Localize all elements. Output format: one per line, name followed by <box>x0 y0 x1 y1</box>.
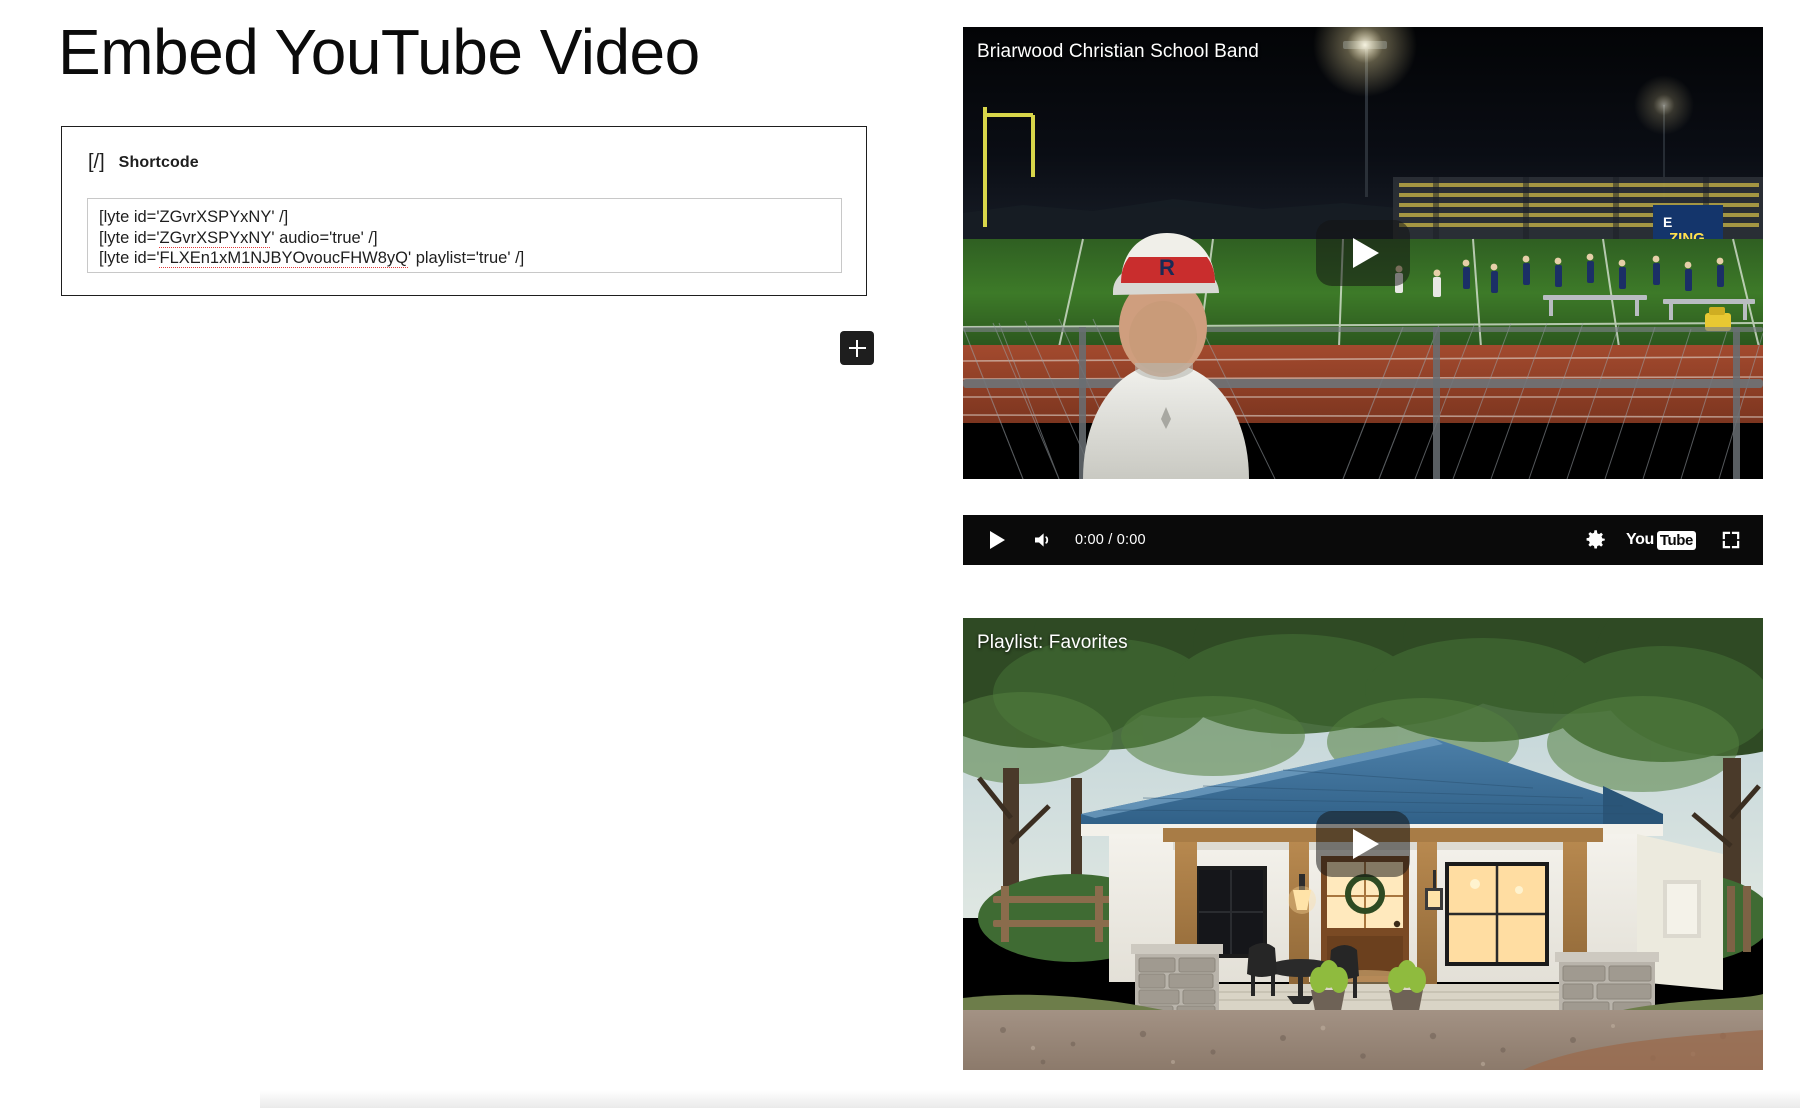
player-fullscreen-button[interactable] <box>1716 525 1746 555</box>
shortcode-line-suffix: ' /] <box>271 208 288 226</box>
gear-icon <box>1582 527 1608 553</box>
shortcode-line-prefix: [lyte id=' <box>99 249 159 267</box>
shortcode-video-id: ZGvrXSPYxNY <box>159 229 271 248</box>
shortcode-line: [lyte id='FLXEn1xM1NJBYOvoucFHW8yQ' play… <box>99 248 830 269</box>
youtube-logo-you: You <box>1626 532 1654 548</box>
shortcode-line-prefix: [lyte id=' <box>99 229 159 247</box>
player-settings-button[interactable] <box>1578 523 1612 557</box>
shortcode-block[interactable]: [/] Shortcode [lyte id='ZGvrXSPYxNY' /] … <box>61 126 867 296</box>
volume-icon <box>1031 528 1055 552</box>
video-embed-2[interactable]: Playlist: Favorites <box>963 618 1763 1070</box>
shortcode-line-prefix: [lyte id=' <box>99 208 159 226</box>
svg-text:E: E <box>1663 214 1672 230</box>
youtube-logo-tube: Tube <box>1657 531 1696 550</box>
fullscreen-icon <box>1720 529 1742 551</box>
shortcode-block-header: [/] Shortcode <box>88 151 199 174</box>
play-icon <box>990 531 1005 549</box>
page-title: Embed YouTube Video <box>58 16 700 90</box>
youtube-logo[interactable]: You Tube <box>1626 531 1696 550</box>
shortcode-icon: [/] <box>88 151 105 174</box>
shortcode-line: [lyte id='ZGvrXSPYxNY' /] <box>99 207 830 228</box>
video-title-2: Playlist: Favorites <box>977 632 1128 654</box>
shortcode-video-id: ZGvrXSPYxNY <box>159 208 271 226</box>
play-button-video-1[interactable] <box>1316 220 1410 286</box>
shortcode-line-suffix: ' playlist='true' /] <box>408 249 524 267</box>
svg-text:R: R <box>1159 255 1175 280</box>
shortcode-input[interactable]: [lyte id='ZGvrXSPYxNY' /] [lyte id='ZGvr… <box>87 198 842 273</box>
shortcode-line-suffix: ' audio='true' /] <box>271 229 377 247</box>
app-root: Embed YouTube Video [/] Shortcode [lyte … <box>0 0 1800 1108</box>
play-icon <box>1353 829 1379 859</box>
plus-icon <box>856 340 858 357</box>
shortcode-block-label: Shortcode <box>119 154 199 172</box>
player-volume-button[interactable] <box>1025 522 1061 558</box>
shortcode-line: [lyte id='ZGvrXSPYxNY' audio='true' /] <box>99 228 830 249</box>
add-block-button[interactable] <box>840 331 874 365</box>
shortcode-playlist-id: FLXEn1xM1NJBYOvoucFHW8yQ <box>159 249 407 268</box>
play-button-video-2[interactable] <box>1316 811 1410 877</box>
preview-column: E ZING CE <box>963 0 1763 1108</box>
player-play-button[interactable] <box>979 522 1015 558</box>
editor-column: Embed YouTube Video [/] Shortcode [lyte … <box>0 0 940 1108</box>
horizontal-scrollbar[interactable] <box>260 1090 1800 1108</box>
video-embed-1[interactable]: E ZING CE <box>963 27 1763 479</box>
audio-player-bar[interactable]: 0:00 / 0:00 You Tube <box>963 515 1763 565</box>
player-time-display: 0:00 / 0:00 <box>1075 532 1146 548</box>
video-title-1: Briarwood Christian School Band <box>977 41 1259 63</box>
play-icon <box>1353 238 1379 268</box>
